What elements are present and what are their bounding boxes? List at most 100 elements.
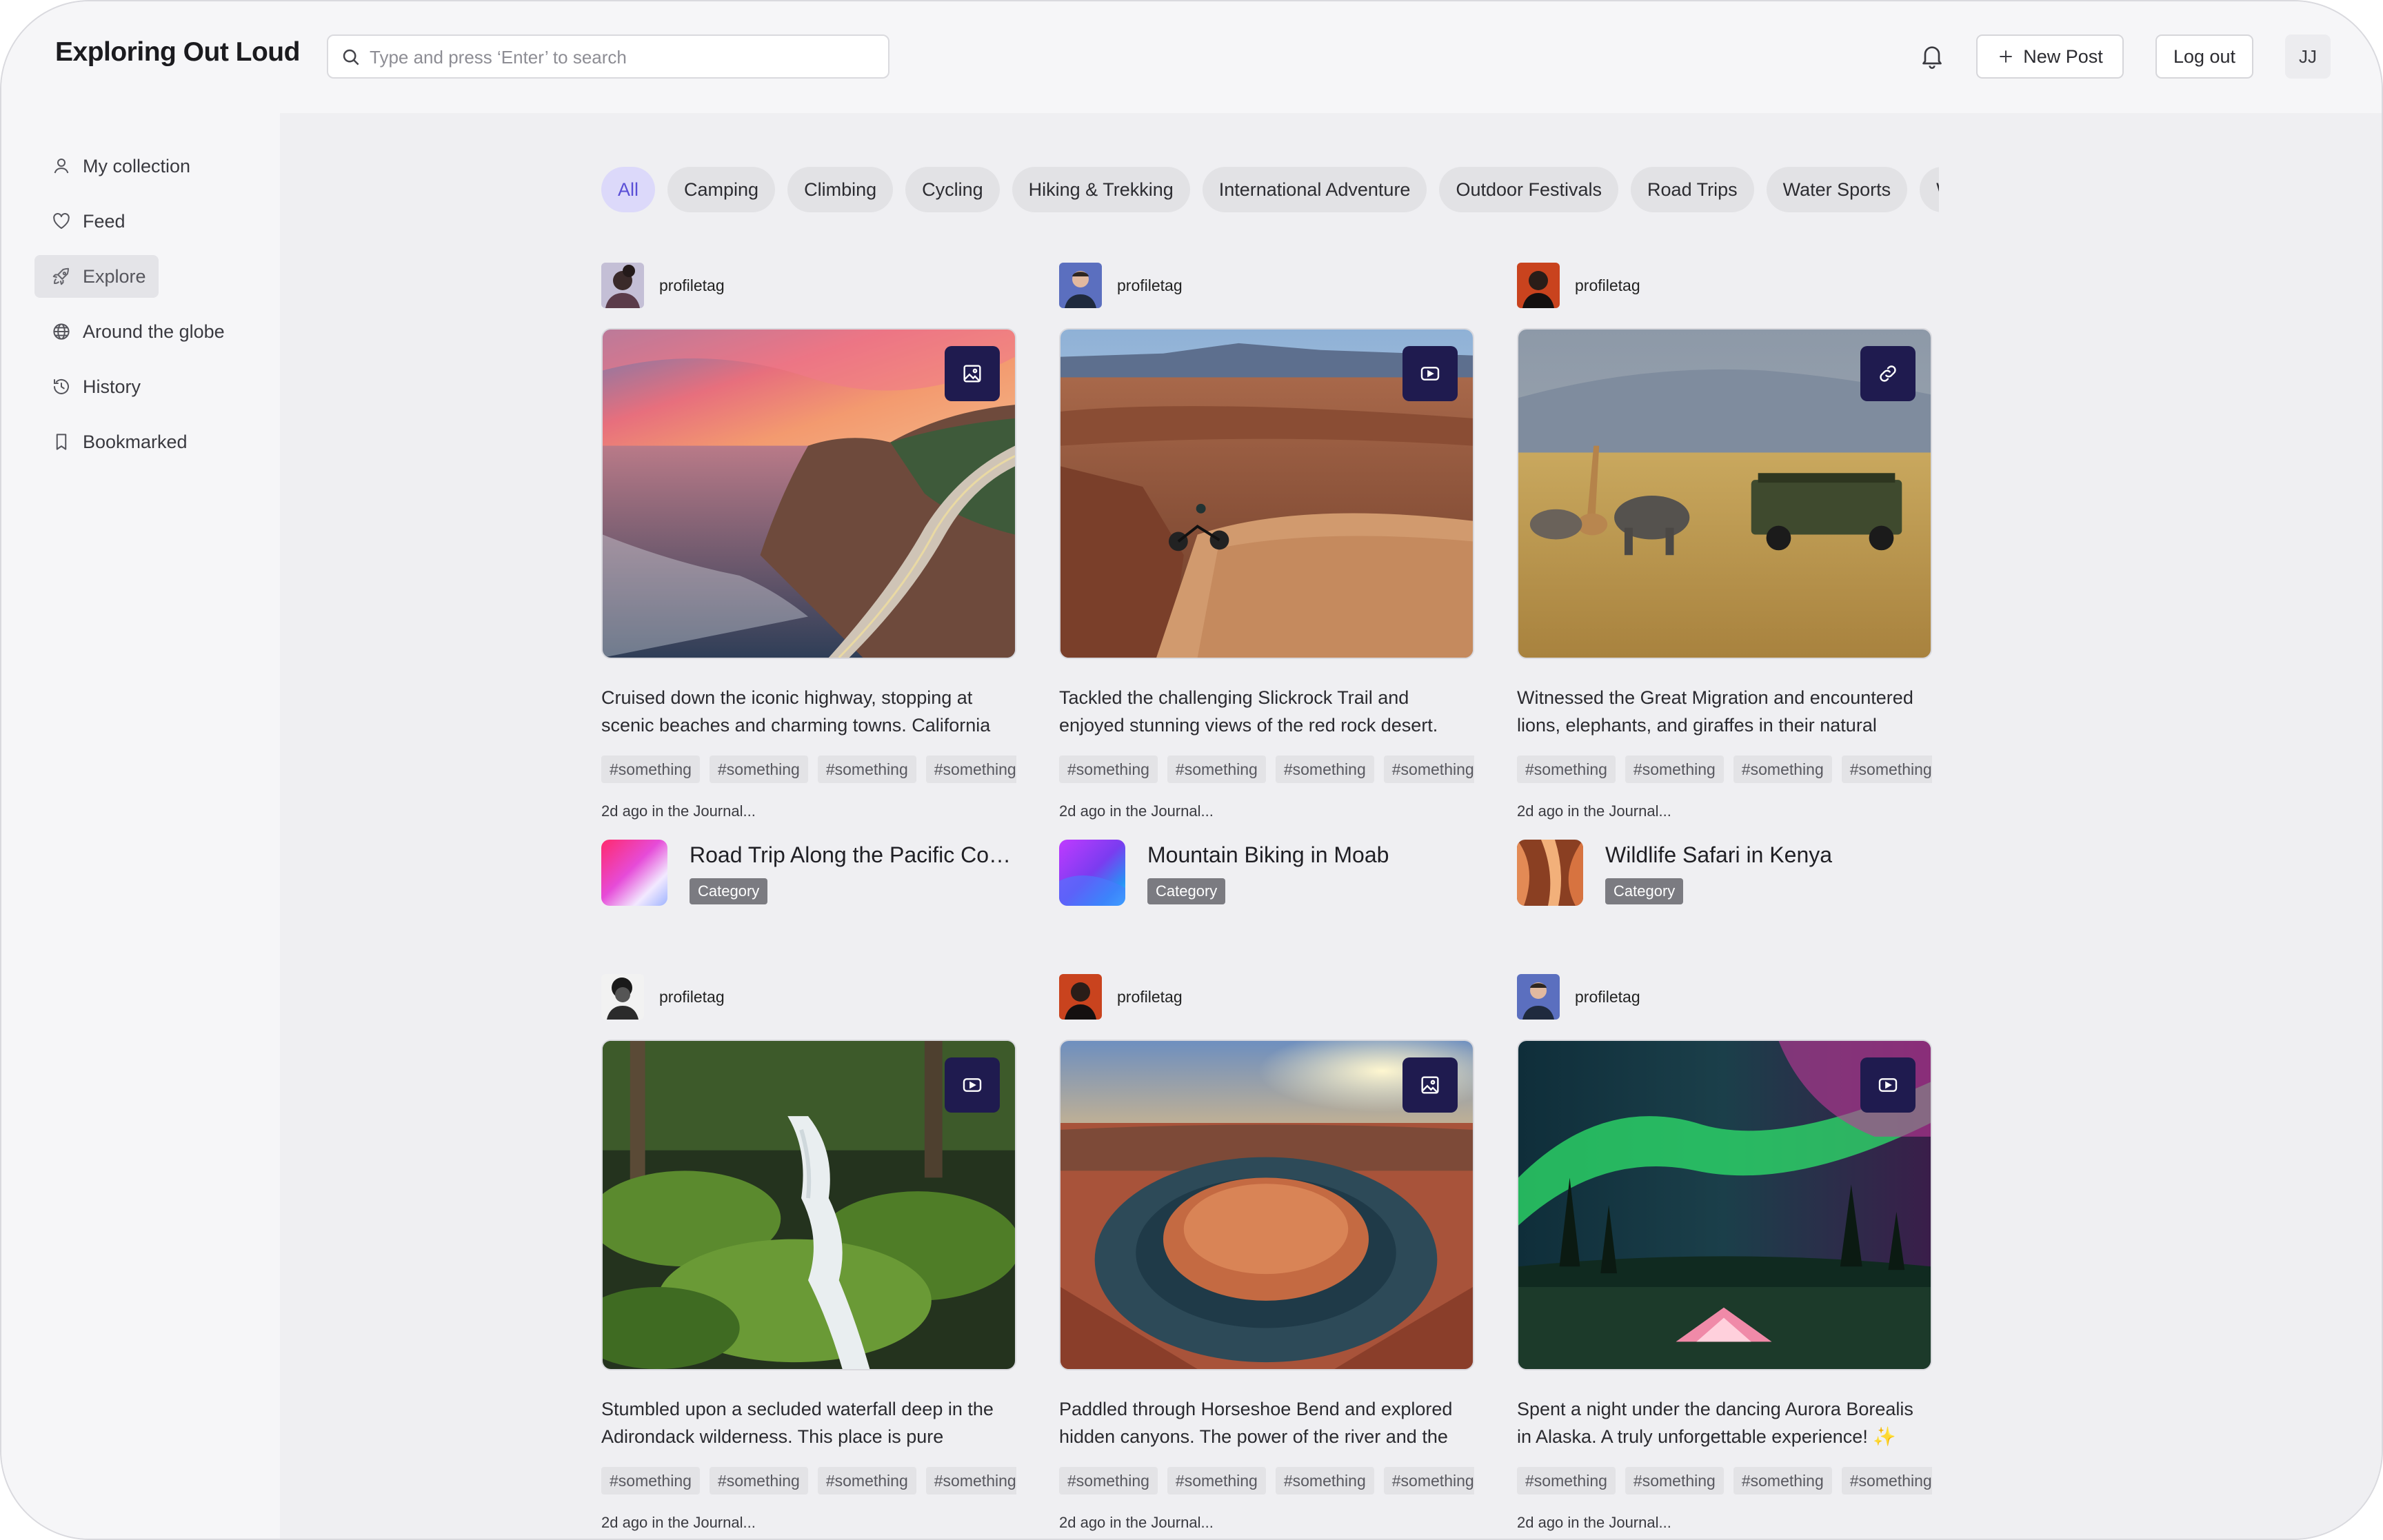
profile-name: profiletag [1117,987,1183,1006]
tag[interactable]: #something [1383,756,1474,783]
chip-cycling[interactable]: Cycling [905,167,1000,212]
chip-outdoor-festivals[interactable]: Outdoor Festivals [1439,167,1619,212]
post-meta: 2d ago in the Journal... [1517,1514,1671,1531]
profile-avatar[interactable] [1517,263,1560,308]
tag[interactable]: #something [1733,1467,1832,1495]
tag-list: #something #something #something #someth… [601,1467,1016,1497]
chip-climbing[interactable]: Climbing [787,167,894,212]
tag[interactable]: #something [925,1467,1016,1495]
profile-avatar[interactable] [601,974,644,1020]
post-author[interactable]: profiletag [601,973,725,1020]
post-image[interactable] [601,1040,1016,1370]
tag[interactable]: #something [601,1467,700,1495]
tag[interactable]: #something [1625,1467,1724,1495]
post-description: Witnessed the Great Migration and encoun… [1517,687,1913,736]
video-media-button[interactable] [945,1057,1000,1113]
notification-bell-icon[interactable] [1918,41,1946,72]
tag[interactable]: #something [1517,1467,1616,1495]
chip-international-adventure[interactable]: International Adventure [1202,167,1427,212]
post-author[interactable]: profiletag [601,262,725,309]
bookmark-icon [56,434,67,450]
post-image[interactable] [1517,328,1932,659]
profile-name: profiletag [659,276,725,294]
tag[interactable]: #something [601,756,700,783]
user-avatar[interactable]: JJ [2285,34,2331,79]
journal-title[interactable]: Wildlife Safari in Kenya [1605,842,1932,868]
profile-avatar[interactable] [1059,974,1102,1020]
rocket-icon [52,267,69,285]
tag[interactable]: #something [709,756,808,783]
tag[interactable]: #something [817,1467,916,1495]
category-badge: Category [1147,878,1226,904]
post-image[interactable] [601,328,1016,659]
sidebar-item-bookmarked[interactable]: Bookmarked [34,421,200,463]
tag[interactable]: #something [925,756,1016,783]
tag[interactable]: #something [1167,756,1266,783]
tag[interactable]: #something [817,756,916,783]
chip-hiking-trekking[interactable]: Hiking & Trekking [1012,167,1190,212]
tag[interactable]: #something [1167,1467,1266,1495]
profile-name: profiletag [1575,276,1640,294]
post-image[interactable] [1059,328,1474,659]
journal-link[interactable]: Road Trip Along the Pacific Coas... Cate… [601,840,1016,909]
tag[interactable]: #something [1275,756,1374,783]
tag[interactable]: #something [1841,1467,1932,1495]
chip-water-sports[interactable]: Water Sports [1766,167,1908,212]
logout-label: Log out [2173,45,2236,67]
journal-title[interactable]: Mountain Biking in Moab [1147,842,1474,868]
journal-thumbnail [601,840,667,906]
profile-name: profiletag [1117,276,1183,294]
sidebar-item-around-the-globe[interactable]: Around the globe [34,310,237,353]
profile-avatar[interactable] [601,263,644,308]
post-author[interactable]: profiletag [1517,973,1640,1020]
journal-link[interactable]: Wildlife Safari in Kenya Category [1517,840,1932,909]
tag[interactable]: #something [1275,1467,1374,1495]
post-image[interactable] [1517,1040,1932,1370]
explore-feed: All Camping Climbing Cycling Hiking & Tr… [280,113,2382,1539]
link-media-button[interactable] [1860,346,1916,401]
tag[interactable]: #something [1059,1467,1158,1495]
search-icon [343,49,359,65]
post-description: Paddled through Horseshoe Bend and explo… [1059,1399,1453,1447]
tag[interactable]: #something [1383,1467,1474,1495]
logout-button[interactable]: Log out [2155,34,2253,79]
chip-all[interactable]: All [601,167,656,212]
profile-name: profiletag [659,987,725,1006]
profile-name: profiletag [1575,987,1640,1006]
app-title: Exploring Out Loud [55,37,300,67]
post-meta: 2d ago in the Journal... [601,802,756,820]
image-media-button[interactable] [1402,1057,1458,1113]
video-media-button[interactable] [1402,346,1458,401]
chip-road-trips[interactable]: Road Trips [1631,167,1754,212]
post-author[interactable]: profiletag [1059,262,1183,309]
journal-link[interactable]: Mountain Biking in Moab Category [1059,840,1474,909]
new-post-button[interactable]: New Post [1976,34,2124,79]
chip-camping[interactable]: Camping [667,167,776,212]
image-media-button[interactable] [945,346,1000,401]
post-author[interactable]: profiletag [1059,973,1183,1020]
tag[interactable]: #something [1625,756,1724,783]
search-input[interactable] [370,43,866,72]
post-meta: 2d ago in the Journal... [1059,1514,1214,1531]
post-image[interactable] [1059,1040,1474,1370]
tag[interactable]: #something [1841,756,1932,783]
tag[interactable]: #something [1733,756,1832,783]
video-media-button[interactable] [1860,1057,1916,1113]
sidebar-item-history[interactable]: History [34,365,153,408]
tag[interactable]: #something [1059,756,1158,783]
journal-title[interactable]: Road Trip Along the Pacific Coas... [690,842,1016,868]
sidebar-item-label: Around the globe [83,321,225,342]
sidebar: My collection Feed Explore Around the gl… [1,113,280,1539]
post-author[interactable]: profiletag [1517,262,1640,309]
image-icon [963,365,981,383]
profile-avatar[interactable] [1059,263,1102,308]
sidebar-item-feed[interactable]: Feed [34,200,138,243]
chip-winter[interactable]: Wi [1920,167,1939,212]
search-box[interactable] [327,34,889,79]
tag[interactable]: #something [709,1467,808,1495]
sidebar-item-explore[interactable]: Explore [34,255,159,298]
profile-avatar[interactable] [1517,974,1560,1020]
tag[interactable]: #something [1517,756,1616,783]
tag-list: #something #something #something #someth… [1059,1467,1474,1497]
sidebar-item-my-collection[interactable]: My collection [34,145,203,188]
